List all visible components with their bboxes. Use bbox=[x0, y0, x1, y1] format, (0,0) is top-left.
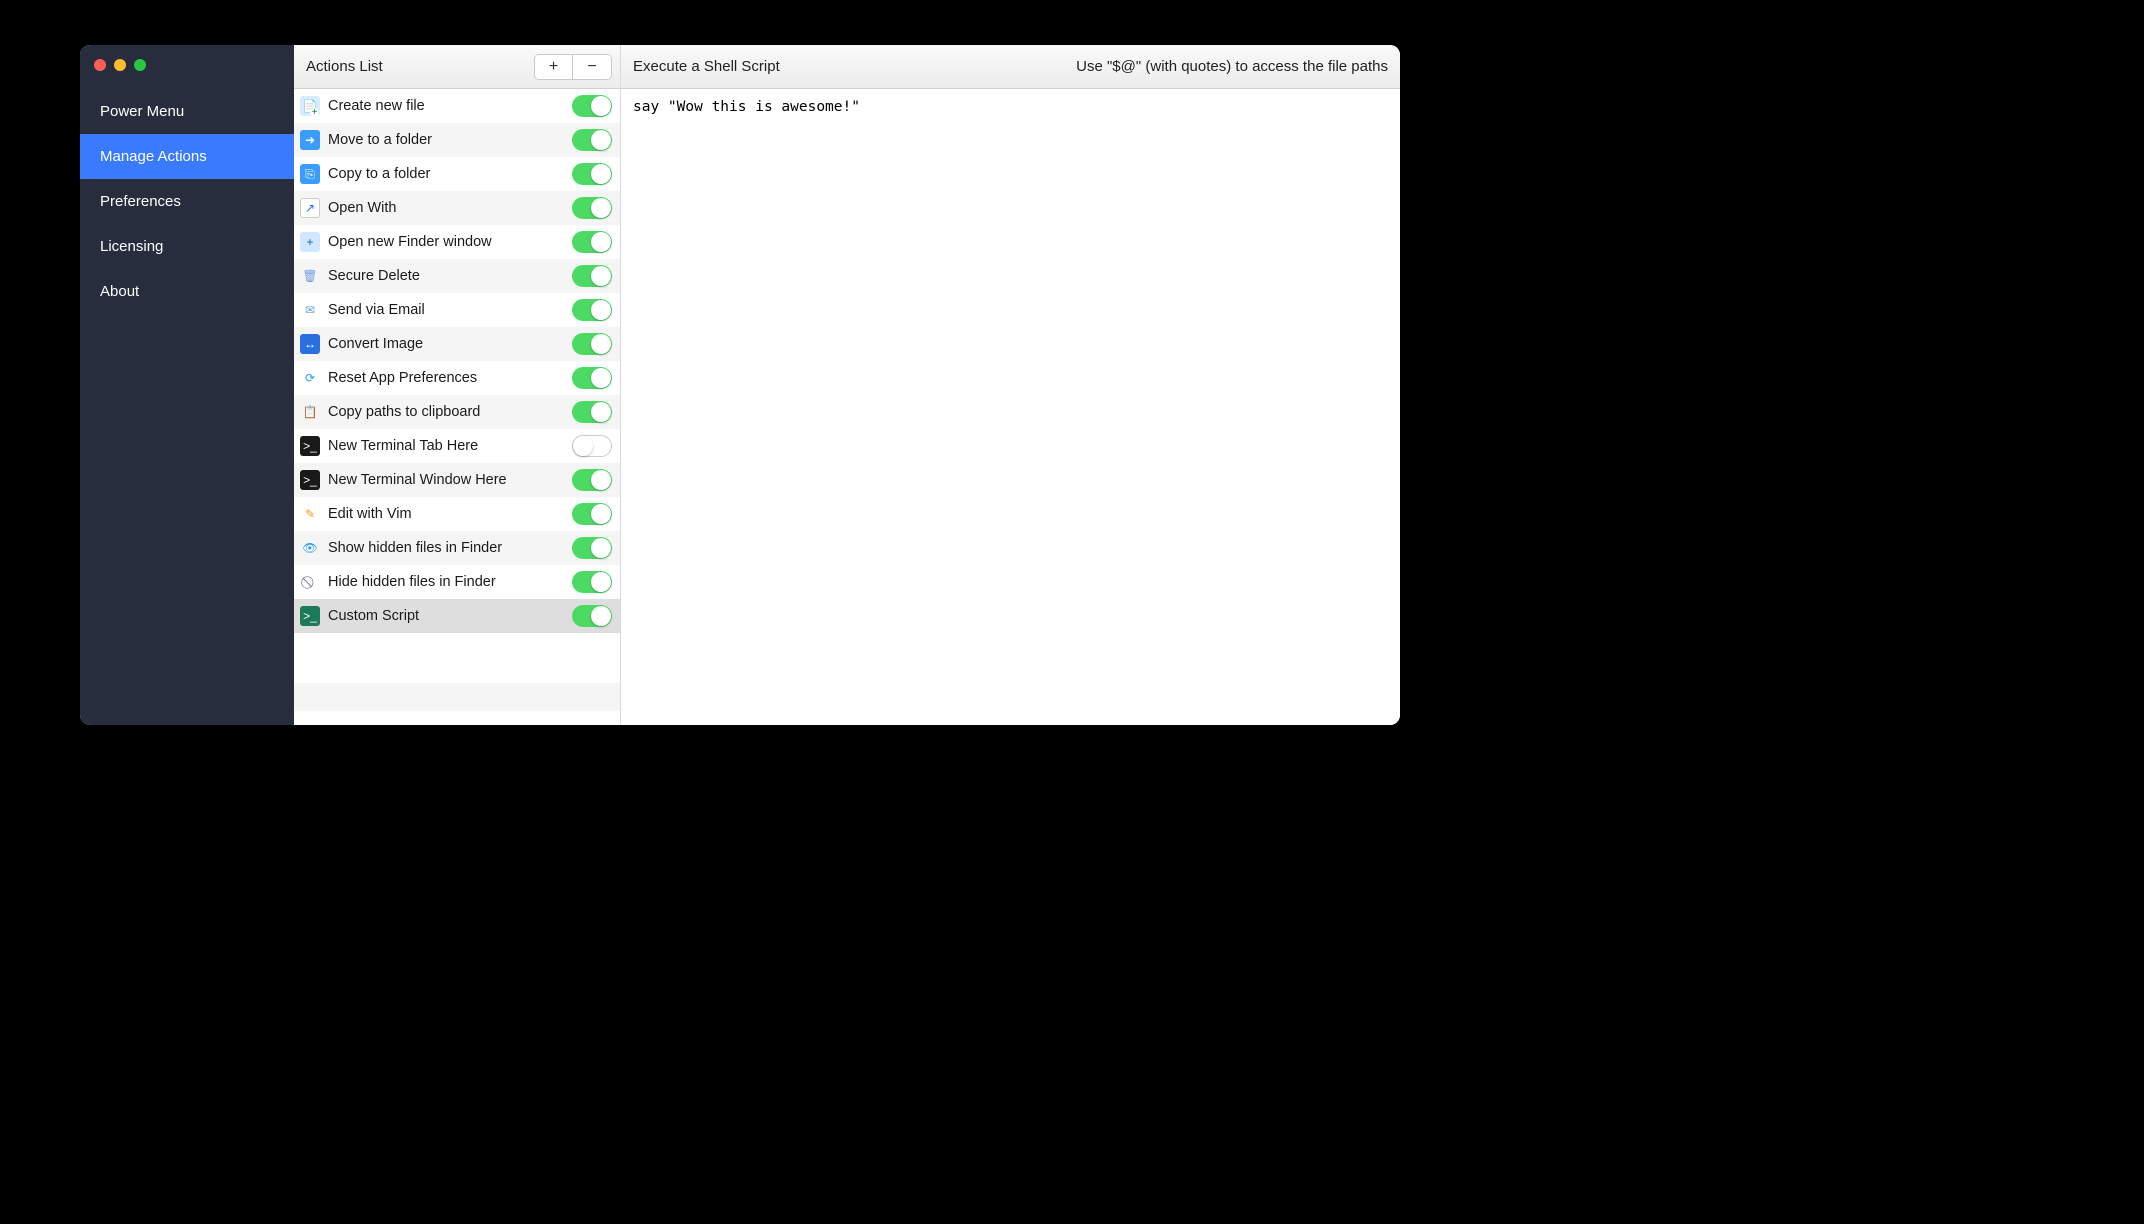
action-label: Copy paths to clipboard bbox=[328, 404, 564, 420]
action-label: Send via Email bbox=[328, 302, 564, 318]
actions-panel: Actions List + − 📄 Create new file ➜ Move t… bbox=[294, 45, 621, 725]
action-row[interactable]: ✉ Send via Email bbox=[294, 293, 620, 327]
copy-icon: ⎘ bbox=[300, 164, 320, 184]
action-row[interactable]: ✎ Edit with Vim bbox=[294, 497, 620, 531]
action-row[interactable]: ↗ Open With bbox=[294, 191, 620, 225]
action-toggle[interactable] bbox=[572, 299, 612, 321]
action-row[interactable]: ➜ Move to a folder bbox=[294, 123, 620, 157]
action-toggle[interactable] bbox=[572, 95, 612, 117]
close-window-button[interactable] bbox=[94, 59, 106, 71]
list-blank bbox=[294, 711, 620, 725]
editor-hint: Use "$@" (with quotes) to access the fil… bbox=[1076, 58, 1388, 75]
clipboard-icon: 📋 bbox=[300, 402, 320, 422]
trash-icon: 🗑 bbox=[300, 266, 320, 286]
remove-action-button[interactable]: − bbox=[573, 55, 611, 79]
action-row[interactable]: 📄 Create new file bbox=[294, 89, 620, 123]
action-toggle[interactable] bbox=[572, 163, 612, 185]
action-label: Edit with Vim bbox=[328, 506, 564, 522]
sidebar: Power MenuManage ActionsPreferencesLicen… bbox=[80, 45, 294, 725]
script-icon: >_ bbox=[300, 606, 320, 626]
action-toggle[interactable] bbox=[572, 129, 612, 151]
eyeoff-icon: ⃠ bbox=[300, 572, 320, 592]
action-label: Create new file bbox=[328, 98, 564, 114]
action-toggle[interactable] bbox=[572, 265, 612, 287]
sidebar-item-power-menu[interactable]: Power Menu bbox=[80, 89, 294, 134]
action-toggle[interactable] bbox=[572, 571, 612, 593]
action-row[interactable]: >_ New Terminal Tab Here bbox=[294, 429, 620, 463]
newfile-icon: 📄 bbox=[300, 96, 320, 116]
actions-title: Actions List bbox=[306, 58, 383, 75]
action-toggle[interactable] bbox=[572, 503, 612, 525]
action-row[interactable]: ⟳ Reset App Preferences bbox=[294, 361, 620, 395]
reset-icon: ⟳ bbox=[300, 368, 320, 388]
action-label: Reset App Preferences bbox=[328, 370, 564, 386]
action-label: Copy to a folder bbox=[328, 166, 564, 182]
action-toggle[interactable] bbox=[572, 537, 612, 559]
action-row[interactable]: 📋 Copy paths to clipboard bbox=[294, 395, 620, 429]
zoom-window-button[interactable] bbox=[134, 59, 146, 71]
action-toggle[interactable] bbox=[572, 605, 612, 627]
action-toggle[interactable] bbox=[572, 231, 612, 253]
action-toggle[interactable] bbox=[572, 367, 612, 389]
move-icon: ➜ bbox=[300, 130, 320, 150]
editor-panel: Execute a Shell Script Use "$@" (with qu… bbox=[621, 45, 1400, 725]
list-blank bbox=[294, 683, 620, 711]
action-toggle[interactable] bbox=[572, 469, 612, 491]
action-row[interactable]: ⎘ Copy to a folder bbox=[294, 157, 620, 191]
minimize-window-button[interactable] bbox=[114, 59, 126, 71]
action-label: Move to a folder bbox=[328, 132, 564, 148]
sidebar-item-licensing[interactable]: Licensing bbox=[80, 224, 294, 269]
action-row[interactable]: 🗑 Secure Delete bbox=[294, 259, 620, 293]
action-label: Custom Script bbox=[328, 608, 564, 624]
action-label: Secure Delete bbox=[328, 268, 564, 284]
action-label: Convert Image bbox=[328, 336, 564, 352]
action-toggle[interactable] bbox=[572, 401, 612, 423]
actions-list[interactable]: 📄 Create new file ➜ Move to a folder ⎘ Copy t… bbox=[294, 89, 620, 725]
action-label: Open With bbox=[328, 200, 564, 216]
vim-icon: ✎ bbox=[300, 504, 320, 524]
add-remove-segment: + − bbox=[534, 54, 612, 80]
action-row[interactable]: ⃠ Hide hidden files in Finder bbox=[294, 565, 620, 599]
sidebar-nav: Power MenuManage ActionsPreferencesLicen… bbox=[80, 89, 294, 314]
action-label: Show hidden files in Finder bbox=[328, 540, 564, 556]
action-row[interactable]: + Open new Finder window bbox=[294, 225, 620, 259]
action-row[interactable]: >_ Custom Script bbox=[294, 599, 620, 633]
action-label: Hide hidden files in Finder bbox=[328, 574, 564, 590]
action-row[interactable]: >_ New Terminal Window Here bbox=[294, 463, 620, 497]
term-icon: >_ bbox=[300, 470, 320, 490]
add-action-button[interactable]: + bbox=[535, 55, 573, 79]
sidebar-item-preferences[interactable]: Preferences bbox=[80, 179, 294, 224]
action-label: Open new Finder window bbox=[328, 234, 564, 250]
sidebar-item-about[interactable]: About bbox=[80, 269, 294, 314]
list-blank bbox=[294, 633, 620, 683]
action-toggle[interactable] bbox=[572, 197, 612, 219]
convert-icon: ↔ bbox=[300, 334, 320, 354]
action-row[interactable]: 👁 Show hidden files in Finder bbox=[294, 531, 620, 565]
action-toggle[interactable] bbox=[572, 333, 612, 355]
eye-icon: 👁 bbox=[300, 538, 320, 558]
term-icon: >_ bbox=[300, 436, 320, 456]
script-editor[interactable]: say "Wow this is awesome!" bbox=[621, 89, 1400, 725]
editor-header: Execute a Shell Script Use "$@" (with qu… bbox=[621, 45, 1400, 89]
app-window: Power MenuManage ActionsPreferencesLicen… bbox=[80, 45, 1400, 725]
action-row[interactable]: ↔ Convert Image bbox=[294, 327, 620, 361]
actions-header: Actions List + − bbox=[294, 45, 620, 89]
openwith-icon: ↗ bbox=[300, 198, 320, 218]
action-label: New Terminal Window Here bbox=[328, 472, 564, 488]
editor-title: Execute a Shell Script bbox=[633, 58, 780, 75]
email-icon: ✉ bbox=[300, 300, 320, 320]
sidebar-item-manage-actions[interactable]: Manage Actions bbox=[80, 134, 294, 179]
finder-icon: + bbox=[300, 232, 320, 252]
window-controls bbox=[80, 45, 294, 89]
action-label: New Terminal Tab Here bbox=[328, 438, 564, 454]
action-toggle[interactable] bbox=[572, 435, 612, 457]
